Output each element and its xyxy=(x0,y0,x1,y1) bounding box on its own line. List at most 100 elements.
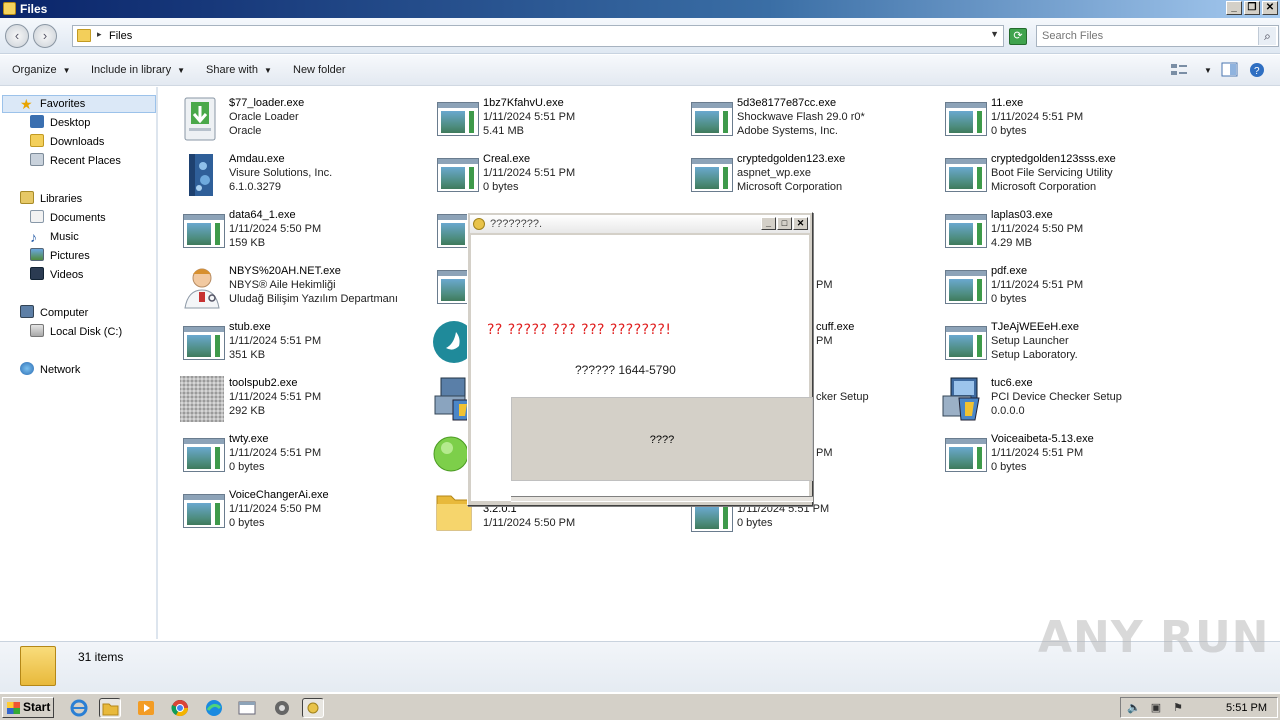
file-item[interactable]: Creal.exe 1/11/2024 5:51 PM 0 bytes xyxy=(433,152,673,204)
internet-explorer-icon[interactable] xyxy=(68,698,90,718)
desktop-icon xyxy=(30,115,44,128)
executable-icon xyxy=(941,320,987,366)
view-options-icon[interactable] xyxy=(1170,62,1188,78)
file-detail: Boot File Servicing Utility xyxy=(991,167,1113,179)
horizontal-scrollbar[interactable] xyxy=(511,496,813,502)
file-detail: Oracle Loader xyxy=(229,111,299,123)
file-item[interactable]: stub.exe 1/11/2024 5:51 PM 351 KB xyxy=(179,320,419,372)
nav-videos[interactable]: Videos xyxy=(30,267,83,283)
file-detail: 4.29 MB xyxy=(991,237,1032,249)
nav-local-disk[interactable]: Local Disk (C:) xyxy=(30,324,122,340)
file-item[interactable]: Voiceaibeta-5.13.exe 1/11/2024 5:51 PM 0 b… xyxy=(941,432,1181,484)
executable-icon xyxy=(433,96,479,142)
executable-icon xyxy=(179,320,225,366)
file-item[interactable]: VoiceChangerAi.exe 1/11/2024 5:50 PM 0 byt… xyxy=(179,488,419,540)
search-input[interactable] xyxy=(1042,30,1252,42)
file-item[interactable]: twty.exe 1/11/2024 5:51 PM 0 bytes xyxy=(179,432,419,484)
file-item[interactable]: 1bz7KfahvU.exe 1/11/2024 5:51 PM 5.41 MB xyxy=(433,96,673,148)
music-icon: ♪ xyxy=(30,229,37,245)
nav-libraries[interactable]: Libraries xyxy=(20,191,82,207)
breadcrumb-files[interactable]: Files xyxy=(109,30,132,42)
dialog-action-button[interactable]: ???? xyxy=(511,397,813,481)
svg-text:?: ? xyxy=(1254,66,1260,77)
file-item[interactable]: TJeAjWEEeH.exe Setup Launcher Setup Labora… xyxy=(941,320,1181,372)
chrome-icon[interactable] xyxy=(169,698,191,718)
file-item[interactable]: NBYS%20AH.NET.exe NBYS® Aile Hekimliği Ulu… xyxy=(179,264,419,316)
file-name: stub.exe xyxy=(229,321,271,333)
downloads-icon xyxy=(30,134,44,147)
nav-pictures[interactable]: Pictures xyxy=(30,248,90,264)
file-item[interactable]: $77_loader.exe Oracle Loader Oracle xyxy=(179,96,419,148)
start-button[interactable]: Start xyxy=(2,697,54,718)
app-gear-icon[interactable] xyxy=(271,698,293,718)
file-item[interactable]: data64_1.exe 1/11/2024 5:50 PM 159 KB xyxy=(179,208,419,260)
media-player-icon[interactable] xyxy=(135,698,157,718)
clock[interactable]: 5:51 PM xyxy=(1226,702,1267,714)
volume-icon[interactable]: 🔈 xyxy=(1127,701,1141,715)
search-icon[interactable]: ⌕ xyxy=(1258,27,1276,45)
chevron-down-icon: ▼ xyxy=(263,66,272,75)
window-app-icon[interactable] xyxy=(236,698,258,718)
nav-documents[interactable]: Documents xyxy=(30,210,106,226)
nav-recent-places[interactable]: Recent Places xyxy=(30,153,121,169)
dialog-maximize-button[interactable]: □ xyxy=(777,217,792,230)
executable-icon xyxy=(179,432,225,478)
nav-computer[interactable]: Computer xyxy=(20,305,88,321)
file-detail: Microsoft Corporation xyxy=(991,181,1097,193)
file-item[interactable]: cryptedgolden123sss.exe Boot File Servici… xyxy=(941,152,1181,204)
file-name: toolspub2.exe xyxy=(229,377,298,389)
chevron-down-icon: ▼ xyxy=(177,66,186,75)
file-item[interactable]: tuc6.exe PCI Device Checker Setup 0.0.0.0 xyxy=(941,376,1181,428)
file-item[interactable]: 11.exe 1/11/2024 5:51 PM 0 bytes xyxy=(941,96,1181,148)
nav-network[interactable]: Network xyxy=(20,362,80,378)
file-item[interactable]: cryptedgolden123.exe aspnet_wp.exe Microso… xyxy=(687,152,927,204)
executable-icon xyxy=(433,152,479,198)
nav-desktop[interactable]: Desktop xyxy=(30,115,90,131)
file-name: 11.exe xyxy=(991,97,1024,109)
restore-button[interactable]: ❐ xyxy=(1244,1,1260,15)
include-in-library-button[interactable]: Include in library ▼ xyxy=(91,64,185,76)
star-icon: ★ xyxy=(20,96,33,112)
preview-pane-icon[interactable] xyxy=(1221,62,1239,78)
file-detail: 1/11/2024 5:51 PM xyxy=(991,111,1084,123)
dialog-close-button[interactable]: ✕ xyxy=(793,217,808,230)
new-folder-button[interactable]: New folder xyxy=(293,64,346,76)
minimize-button[interactable]: _ xyxy=(1226,1,1242,15)
help-icon[interactable]: ? xyxy=(1249,62,1267,78)
file-name: Voiceaibeta-5.13.exe xyxy=(991,433,1094,445)
file-detail: 0 bytes xyxy=(991,461,1027,473)
dialog-minimize-button[interactable]: _ xyxy=(761,217,776,230)
refresh-icon[interactable]: ⟳ xyxy=(1009,28,1027,45)
chevron-down-icon[interactable]: ▼ xyxy=(990,29,999,39)
file-name: VoiceChangerAi.exe xyxy=(229,489,329,501)
file-item[interactable]: Amdau.exe Visure Solutions, Inc. 6.1.0.327… xyxy=(179,152,419,204)
forward-button[interactable]: › xyxy=(33,24,57,48)
address-bar[interactable]: ▸ Files ▼ xyxy=(72,25,1004,47)
dialog-app-icon[interactable] xyxy=(302,698,324,718)
close-button[interactable]: ✕ xyxy=(1262,1,1278,15)
view-dropdown-icon[interactable]: ▼ xyxy=(1198,64,1212,76)
nav-music[interactable]: ♪ Music xyxy=(30,229,79,245)
nav-computer-label: Computer xyxy=(40,307,89,319)
network-tray-icon[interactable]: ▣ xyxy=(1149,701,1163,715)
file-item[interactable]: pdf.exe 1/11/2024 5:51 PM 0 bytes xyxy=(941,264,1181,316)
file-item[interactable]: toolspub2.exe 1/11/2024 5:51 PM 292 KB xyxy=(179,376,419,428)
back-button[interactable]: ‹ xyxy=(5,24,29,48)
breadcrumb-arrow-icon[interactable]: ▸ xyxy=(97,29,102,40)
file-explorer-icon[interactable] xyxy=(99,698,121,718)
file-item[interactable]: 5d3e8177e87cc.exe Shockwave Flash 29.0 r0… xyxy=(687,96,927,148)
file-detail: NBYS® Aile Hekimliği xyxy=(229,279,336,291)
nav-downloads[interactable]: Downloads xyxy=(30,134,104,150)
edge-icon[interactable] xyxy=(203,698,225,718)
nav-favorites[interactable]: ★ Favorites xyxy=(20,96,85,112)
include-label: Include in library xyxy=(91,64,172,76)
flag-icon[interactable]: ⚑ xyxy=(1171,701,1185,715)
file-name: data64_1.exe xyxy=(229,209,296,221)
share-with-button[interactable]: Share with ▼ xyxy=(206,64,272,76)
search-box[interactable]: ⌕ xyxy=(1036,25,1279,47)
windows-logo-icon xyxy=(7,702,20,714)
organize-button[interactable]: Organize ▼ xyxy=(12,64,71,76)
file-detail: 351 KB xyxy=(229,349,266,361)
file-item[interactable]: laplas03.exe 1/11/2024 5:50 PM 4.29 MB xyxy=(941,208,1181,260)
executable-icon xyxy=(941,152,987,198)
